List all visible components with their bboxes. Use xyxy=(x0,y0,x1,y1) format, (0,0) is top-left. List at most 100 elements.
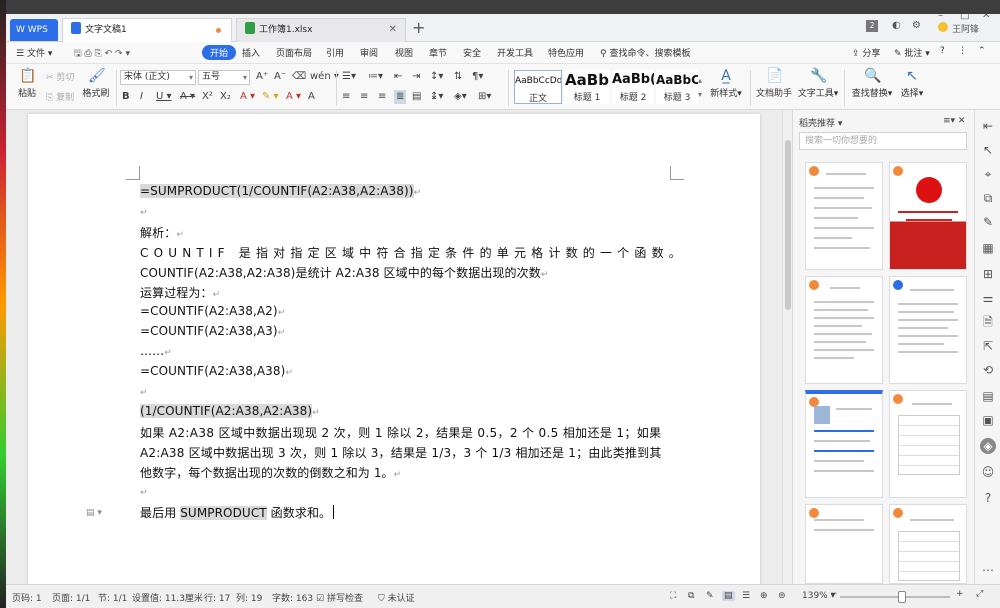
text-tools-button[interactable]: 🔧 文字工具▾ xyxy=(796,68,840,99)
bullet-list-icon[interactable]: ☰▾ xyxy=(342,70,356,84)
strikethrough-icon[interactable]: A ▾ xyxy=(180,90,195,104)
pen-icon[interactable]: ✎ xyxy=(980,214,996,230)
font-size-select[interactable]: 五号 xyxy=(198,70,250,85)
template-thumbnail-party[interactable] xyxy=(889,162,967,270)
menu-tab-reference[interactable]: 引用 xyxy=(326,46,344,59)
template-thumbnail[interactable] xyxy=(805,276,883,384)
feedback-icon[interactable]: ☺ xyxy=(980,464,996,480)
line-spacing-icon[interactable]: ↨▾ xyxy=(430,90,443,104)
text-effect-icon[interactable]: A ▾ xyxy=(240,90,255,104)
style-scroll-icon[interactable]: ▴ ▾ xyxy=(698,74,702,102)
zoom-slider-knob[interactable] xyxy=(898,591,906,603)
vertical-scrollbar[interactable] xyxy=(782,110,792,584)
tab-spreadsheet[interactable]: 工作簿1.xlsx ✕ xyxy=(236,18,406,42)
page-count-badge[interactable]: 2 xyxy=(866,20,878,32)
status-pages[interactable]: 页面: 1/1 xyxy=(52,591,90,604)
new-tab-button[interactable]: + xyxy=(412,18,425,37)
command-search[interactable]: ⚲ 查找命令、搜索模板 xyxy=(600,46,690,59)
status-col[interactable]: 列: 19 xyxy=(236,591,262,604)
phonetic-icon[interactable]: wén ▾ xyxy=(310,70,339,84)
status-page[interactable]: 页码: 1 xyxy=(12,591,42,604)
template-thumbnail[interactable] xyxy=(889,276,967,384)
pointer-icon[interactable]: ↖ xyxy=(980,142,996,158)
cursor-select-icon[interactable]: ⌖ xyxy=(980,166,996,182)
paragraph-handle-icon[interactable]: ▤ ▾ xyxy=(86,508,102,518)
minimize-button[interactable]: – xyxy=(938,14,943,21)
shading-icon[interactable]: ◈▾ xyxy=(454,90,467,104)
edit-mode-icon[interactable]: ✎ xyxy=(706,591,714,601)
paste-button[interactable]: 📋 粘贴 xyxy=(12,68,42,99)
grow-font-icon[interactable]: A⁺ xyxy=(256,70,268,84)
status-section[interactable]: 节: 1/1 xyxy=(98,591,127,604)
document-page[interactable]: =SUMPRODUCT(1/COUNTIF(A2:A38,A2:A38))↵ ↵… xyxy=(28,114,760,584)
decrease-indent-icon[interactable]: ⇤ xyxy=(394,70,402,84)
bold-icon[interactable]: B xyxy=(122,90,130,104)
full-screen-icon[interactable]: ⛶ xyxy=(670,591,676,601)
more-sidebar-icon[interactable]: ⋯ xyxy=(980,562,996,578)
template-thumbnail[interactable] xyxy=(889,390,967,498)
template-thumbnail[interactable] xyxy=(805,504,883,584)
menu-tab-home[interactable]: 开始 xyxy=(202,45,237,60)
char-shading-icon[interactable]: A xyxy=(308,90,315,104)
style-heading-2[interactable]: AaBb( 标题 2 xyxy=(612,70,654,104)
align-left-icon[interactable]: ≡ xyxy=(342,90,350,104)
menu-file[interactable]: ☰ 文件 ▾ xyxy=(16,46,52,59)
outline-view-icon[interactable]: ☰ xyxy=(742,591,750,601)
clear-format-icon[interactable]: ⌫ xyxy=(292,70,306,84)
table-icon[interactable]: ▦ xyxy=(980,240,996,256)
more-icon[interactable]: ⋮ xyxy=(958,46,967,56)
italic-icon[interactable]: I xyxy=(140,90,143,104)
style-heading-1[interactable]: AaBb 标题 1 xyxy=(564,70,610,104)
status-word-count[interactable]: 字数: 163 xyxy=(272,591,313,604)
close-button[interactable]: ✕ xyxy=(982,14,990,21)
cut-button[interactable]: ✂ 剪切 xyxy=(46,70,74,83)
style-panel-icon[interactable]: ⧉ xyxy=(980,190,996,206)
panel-menu-icon[interactable]: ≡▾ ✕ xyxy=(943,116,965,126)
subscript-icon[interactable]: X₂ xyxy=(220,90,231,104)
help-icon[interactable]: ? xyxy=(940,46,945,56)
menu-tab-layout[interactable]: 页面布局 xyxy=(276,46,312,59)
menu-tab-insert[interactable]: 插入 xyxy=(242,46,260,59)
settings-icon[interactable]: ⚙ xyxy=(912,20,921,31)
writing-assistant-button[interactable]: 📄 文档助手 xyxy=(756,68,792,99)
scrollbar-thumb[interactable] xyxy=(785,140,791,310)
font-color-icon[interactable]: A ▾ xyxy=(286,90,301,104)
new-style-button[interactable]: A̲ 新样式▾ xyxy=(708,68,744,99)
close-tab-icon[interactable]: ✕ xyxy=(389,19,397,41)
backup-icon[interactable]: ⟲ xyxy=(980,362,996,378)
status-row[interactable]: 行: 17 xyxy=(204,591,230,604)
user-name[interactable]: 王阿锋 xyxy=(952,22,979,35)
zoom-out-icon[interactable]: − xyxy=(830,589,838,599)
template-thumbnail[interactable] xyxy=(889,504,967,584)
highlight-icon[interactable]: ✎ ▾ xyxy=(262,90,279,104)
underline-icon[interactable]: U ▾ xyxy=(156,90,172,104)
style-heading-3[interactable]: AaBbC( 标题 3 xyxy=(656,70,698,104)
share-doc-icon[interactable]: ⇱ xyxy=(980,338,996,354)
fit-width-icon[interactable]: ⤢ xyxy=(976,589,983,599)
web-view-icon[interactable]: ⊕ xyxy=(760,591,768,601)
panel-search-input[interactable]: 搜索一切你想要的 xyxy=(799,132,967,150)
archive-icon[interactable]: ▤ xyxy=(980,388,996,404)
certify-button[interactable]: ⛉ 未认证 xyxy=(378,591,415,604)
menu-tab-section[interactable]: 章节 xyxy=(429,46,447,59)
zoom-in-icon[interactable]: + xyxy=(956,589,964,599)
shrink-font-icon[interactable]: A⁻ xyxy=(274,70,286,84)
document-check-icon[interactable]: 🗎 xyxy=(980,314,996,330)
align-right-icon[interactable]: ≡ xyxy=(378,90,386,104)
maximize-button[interactable]: □ xyxy=(960,14,969,21)
style-normal[interactable]: AaBbCcDd 正文 xyxy=(514,70,562,104)
numbered-list-icon[interactable]: ≔▾ xyxy=(368,70,383,84)
protect-view-icon[interactable]: ⊜ xyxy=(778,591,786,601)
status-setting[interactable]: 设置值: 11.3厘米 xyxy=(132,591,203,604)
skin-icon[interactable]: ◐ xyxy=(892,20,901,31)
collapse-ribbon-icon[interactable]: ⌃ xyxy=(978,46,986,56)
quick-access-icons[interactable]: 🖫 ⎙ ⎘ ↶ ↷ ▾ xyxy=(74,46,130,62)
page-view-icon[interactable]: ▤ xyxy=(722,591,735,601)
increase-indent-icon[interactable]: ⇥ xyxy=(412,70,420,84)
font-name-select[interactable]: 宋体 (正文) xyxy=(120,70,196,85)
template-thumbnail-resume[interactable] xyxy=(805,390,883,498)
borders-icon[interactable]: ⊞▾ xyxy=(478,90,491,104)
collapse-panel-icon[interactable]: ⇤ xyxy=(980,118,996,134)
chinese-layout-icon[interactable]: ↕▾ xyxy=(430,70,443,84)
distribute-icon[interactable]: ▤ xyxy=(412,90,421,104)
